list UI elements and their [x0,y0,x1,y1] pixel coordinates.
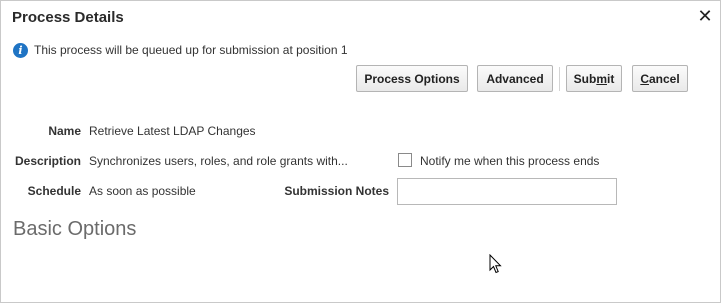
dialog-title: Process Details [12,9,124,26]
schedule-label: Schedule [27,184,81,198]
schedule-value: As soon as possible [89,184,196,198]
submission-notes-input[interactable] [397,178,617,205]
close-icon[interactable]: ✕ [696,6,714,26]
info-icon: i [13,42,28,58]
cancel-button[interactable]: Cancel [632,65,688,92]
description-label: Description [14,154,81,168]
mouse-pointer-icon [489,254,502,274]
cancel-label: Cancel [640,71,680,86]
description-value: Synchronizes users, roles, and role gran… [89,154,348,168]
name-value: Retrieve Latest LDAP Changes [89,124,256,138]
basic-options-heading: Basic Options [13,218,137,240]
process-details-dialog: Process Details ✕ i This process will be… [0,0,721,303]
info-message: This process will be queued up for submi… [34,43,348,57]
submit-label: Submit [573,71,615,86]
submission-notes-label: Submission Notes [284,184,389,198]
notify-checkbox[interactable] [398,153,412,167]
name-label: Name [48,124,81,138]
process-options-button[interactable]: Process Options [356,65,468,92]
button-separator [559,67,560,91]
advanced-button[interactable]: Advanced [477,65,553,92]
submit-button[interactable]: Submit [566,65,622,92]
info-message-row: i This process will be queued up for sub… [13,41,348,59]
notify-label[interactable]: Notify me when this process ends [420,154,599,168]
